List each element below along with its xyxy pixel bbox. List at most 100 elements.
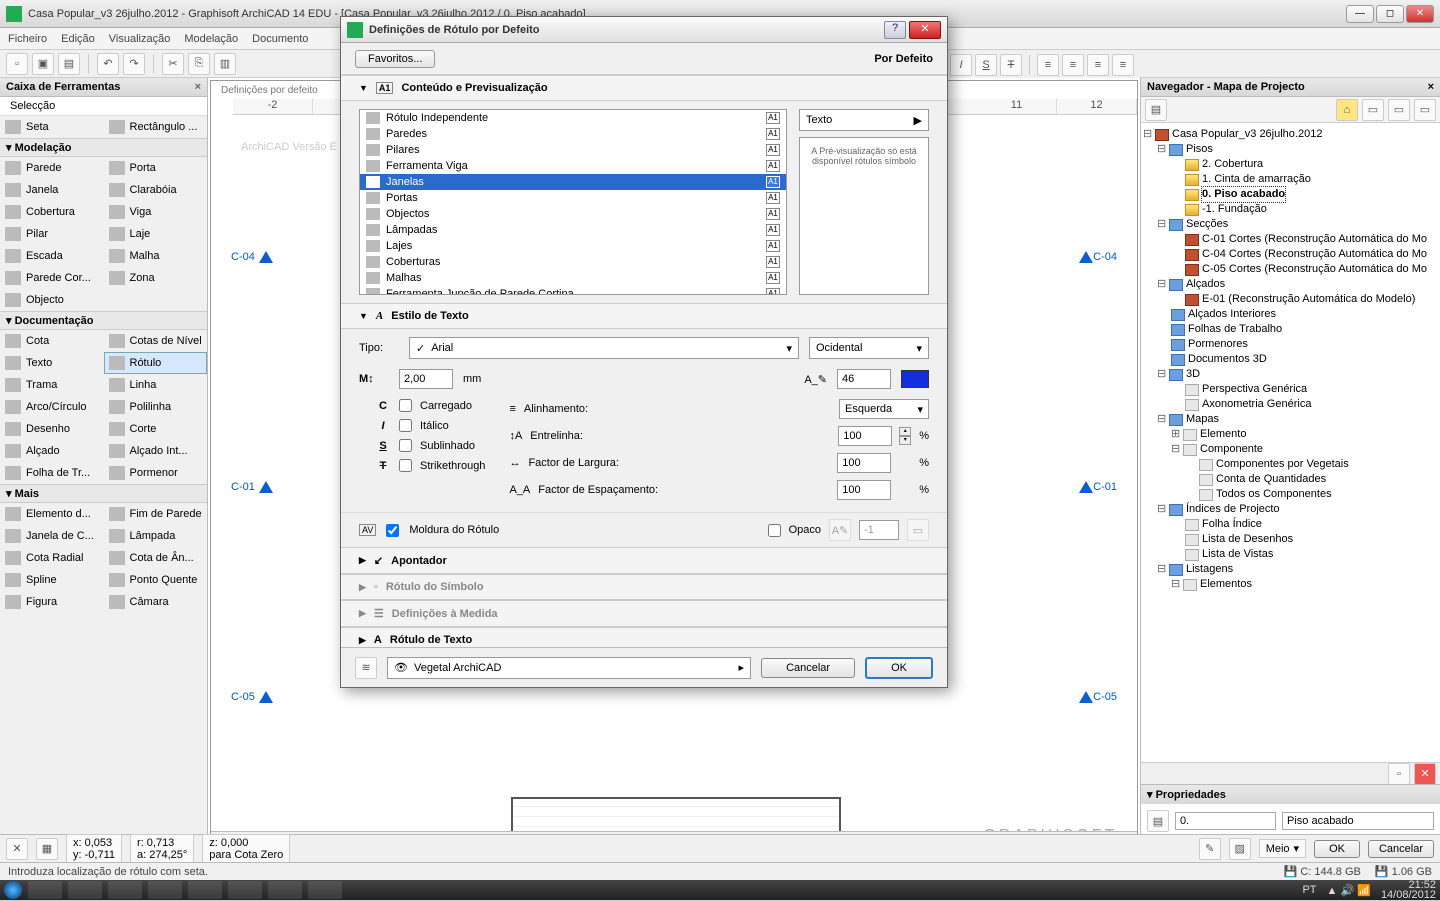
section-apontador[interactable]: ▶↙Apontador bbox=[341, 547, 947, 574]
size-input[interactable] bbox=[399, 369, 453, 389]
align-select[interactable]: Esquerda▾ bbox=[839, 399, 929, 419]
tool-linha[interactable]: Linha bbox=[104, 374, 208, 396]
undo-icon[interactable]: ↶ bbox=[97, 53, 119, 75]
meio-group[interactable]: Meio ▾ bbox=[1259, 839, 1306, 858]
cancel-button[interactable]: Cancelar bbox=[761, 658, 855, 678]
props-name-field[interactable] bbox=[1282, 812, 1434, 830]
snap-icon[interactable]: ✎ bbox=[1199, 838, 1221, 860]
tool-polilinha[interactable]: Polilinha bbox=[104, 396, 208, 418]
tool-arco[interactable]: Arco/Círculo bbox=[0, 396, 104, 418]
section-estilo[interactable]: ▼AEstilo de Texto bbox=[341, 303, 947, 329]
dialog-help-button[interactable]: ? bbox=[884, 21, 906, 39]
underline-button[interactable]: S bbox=[975, 54, 997, 76]
coord-icon2[interactable]: ▦ bbox=[36, 838, 58, 860]
italic-button[interactable]: I bbox=[950, 54, 972, 76]
list-item[interactable]: JanelasA1 bbox=[360, 174, 786, 190]
tool-alcadoint[interactable]: Alçado Int... bbox=[104, 440, 208, 462]
chk-moldura[interactable] bbox=[386, 524, 399, 537]
close-button[interactable]: ✕ bbox=[1406, 5, 1434, 23]
list-item[interactable]: Ferramenta VigaA1 bbox=[360, 158, 786, 174]
strike-button[interactable]: T bbox=[1000, 54, 1022, 76]
nav-mode-icon[interactable]: ▤ bbox=[1145, 99, 1167, 121]
tool-parede[interactable]: Parede bbox=[0, 157, 104, 179]
tool-elemento[interactable]: Elemento d... bbox=[0, 503, 104, 525]
tool-viga[interactable]: Viga bbox=[104, 201, 208, 223]
tool-escada[interactable]: Escada bbox=[0, 245, 104, 267]
chk-strike[interactable] bbox=[399, 459, 412, 472]
tool-cotaradial[interactable]: Cota Radial bbox=[0, 547, 104, 569]
task-folder-icon[interactable] bbox=[108, 881, 142, 899]
toolbox-close-icon[interactable]: × bbox=[195, 81, 201, 93]
layer-icon[interactable]: ≋ bbox=[355, 657, 377, 679]
tool-cotaangular[interactable]: Cota de Ân... bbox=[104, 547, 208, 569]
menu-documento[interactable]: Documento bbox=[252, 33, 308, 45]
tool-cobertura[interactable]: Cobertura bbox=[0, 201, 104, 223]
layer-select[interactable]: 👁Vegetal ArchiCAD▸ bbox=[387, 657, 751, 679]
nav-tab-view-icon[interactable]: ▭ bbox=[1362, 99, 1384, 121]
nav-tab-pub-icon[interactable]: ▭ bbox=[1414, 99, 1436, 121]
pen-input[interactable] bbox=[837, 369, 891, 389]
tool-rotulo[interactable]: Rótulo bbox=[104, 352, 208, 374]
section-mais[interactable]: ▾ Mais bbox=[0, 484, 207, 503]
start-button[interactable] bbox=[4, 881, 22, 899]
tool-porta[interactable]: Porta bbox=[104, 157, 208, 179]
menu-modelacao[interactable]: Modelação bbox=[184, 33, 238, 45]
tool-pilar[interactable]: Pilar bbox=[0, 223, 104, 245]
tool-camara[interactable]: Câmara bbox=[104, 591, 208, 613]
content-list[interactable]: Rótulo IndependenteA1ParedesA1PilaresA1F… bbox=[359, 109, 787, 295]
align-justify-icon[interactable]: ≡ bbox=[1112, 54, 1134, 76]
props-id-field[interactable] bbox=[1175, 812, 1276, 830]
minimize-button[interactable]: — bbox=[1346, 5, 1374, 23]
pen-color-swatch[interactable] bbox=[901, 370, 929, 388]
menu-visualizacao[interactable]: Visualização bbox=[109, 33, 171, 45]
task-autocad-icon[interactable] bbox=[148, 881, 182, 899]
list-item[interactable]: PilaresA1 bbox=[360, 142, 786, 158]
largura-input[interactable] bbox=[837, 453, 891, 473]
align-center-icon[interactable]: ≡ bbox=[1062, 54, 1084, 76]
paste-icon[interactable]: ▥ bbox=[214, 53, 236, 75]
chk-carregado[interactable] bbox=[399, 399, 412, 412]
new-icon[interactable]: ▫ bbox=[6, 53, 28, 75]
nav-new-icon[interactable]: ▫ bbox=[1388, 763, 1410, 785]
tool-janela[interactable]: Janela bbox=[0, 179, 104, 201]
tool-malha[interactable]: Malha bbox=[104, 245, 208, 267]
tool-trama[interactable]: Trama bbox=[0, 374, 104, 396]
nav-close-icon[interactable]: × bbox=[1428, 81, 1434, 93]
menu-ficheiro[interactable]: Ficheiro bbox=[8, 33, 47, 45]
task-paint-icon[interactable] bbox=[308, 881, 342, 899]
entrelinha-input[interactable] bbox=[838, 426, 892, 446]
tool-claraboia[interactable]: Clarabóia bbox=[104, 179, 208, 201]
coord-icon[interactable]: ✕ bbox=[6, 838, 28, 860]
section-conteudo[interactable]: ▼A1Conteúdo e Previsualização bbox=[341, 75, 947, 101]
task-ie-icon[interactable] bbox=[28, 881, 62, 899]
tool-lampada[interactable]: Lâmpada bbox=[104, 525, 208, 547]
tool-pormenor[interactable]: Pormenor bbox=[104, 462, 208, 484]
texto-select[interactable]: Texto▶ bbox=[799, 109, 929, 131]
list-item[interactable]: CoberturasA1 bbox=[360, 254, 786, 270]
list-item[interactable]: PortasA1 bbox=[360, 190, 786, 206]
tool-pontoquente[interactable]: Ponto Quente bbox=[104, 569, 208, 591]
menu-edicao[interactable]: Edição bbox=[61, 33, 95, 45]
align-left-icon[interactable]: ≡ bbox=[1037, 54, 1059, 76]
chk-sublinhado[interactable] bbox=[399, 439, 412, 452]
save-icon[interactable]: ▤ bbox=[58, 53, 80, 75]
copy-icon[interactable]: ⎘ bbox=[188, 53, 210, 75]
redo-icon[interactable]: ↷ bbox=[123, 53, 145, 75]
tool-fimparede[interactable]: Fim de Parede bbox=[104, 503, 208, 525]
list-item[interactable]: LajesA1 bbox=[360, 238, 786, 254]
dialog-close-button[interactable]: ✕ bbox=[909, 21, 941, 39]
tool-spline[interactable]: Spline bbox=[0, 569, 104, 591]
section-documentacao[interactable]: ▾ Documentação bbox=[0, 311, 207, 330]
task-explorer-icon[interactable] bbox=[68, 881, 102, 899]
tool-cota[interactable]: Cota bbox=[0, 330, 104, 352]
encoding-select[interactable]: Ocidental▾ bbox=[809, 337, 929, 359]
task-chrome-icon[interactable] bbox=[268, 881, 302, 899]
opaco-pen-icon[interactable]: A✎ bbox=[829, 519, 851, 541]
chk-opaco[interactable] bbox=[768, 524, 781, 537]
tool-objecto[interactable]: Objecto bbox=[0, 289, 104, 311]
tool-seta[interactable]: Seta bbox=[0, 116, 104, 138]
lang-indicator[interactable]: PT bbox=[1302, 884, 1316, 896]
tool-alcado[interactable]: Alçado bbox=[0, 440, 104, 462]
nav-tab-layout-icon[interactable]: ▭ bbox=[1388, 99, 1410, 121]
list-item[interactable]: MalhasA1 bbox=[360, 270, 786, 286]
